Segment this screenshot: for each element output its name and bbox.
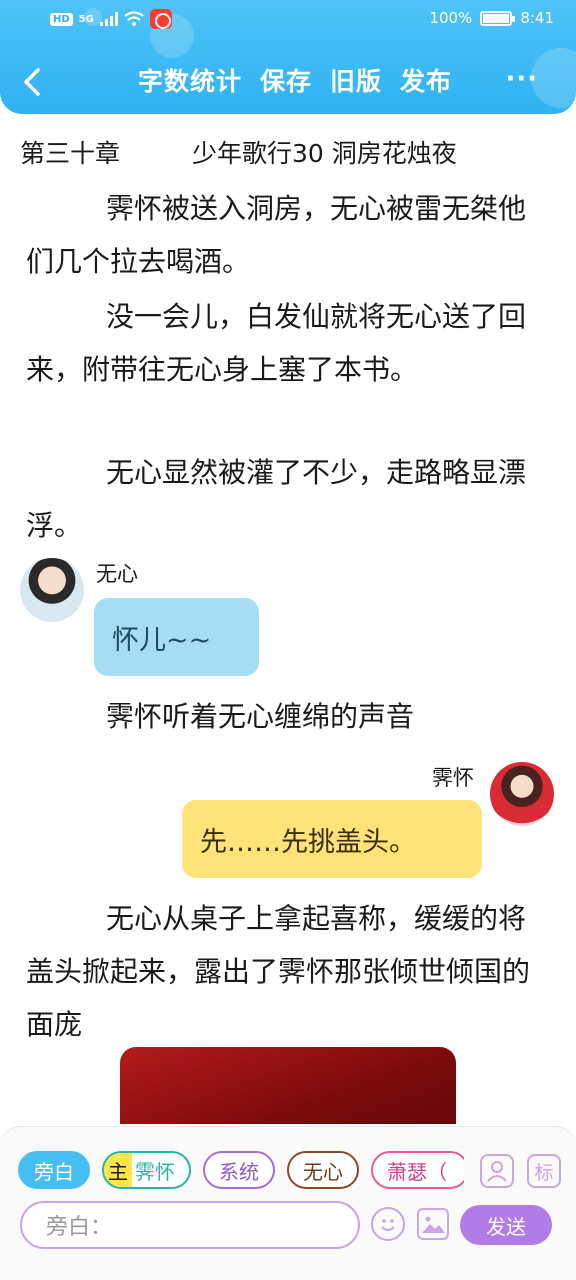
image-button[interactable] (417, 1208, 449, 1240)
story-content[interactable]: 第三十章 少年歌行30 洞房花烛夜 霁怀被送入洞房，无心被雷无桀他们几个拉去喝酒… (0, 114, 576, 1124)
status-bar: HD 5G 100% 8:41 (0, 0, 576, 38)
role-chip-label: 霁怀 (135, 1159, 175, 1184)
hd-badge: HD (50, 12, 73, 26)
story-image[interactable] (120, 1047, 456, 1124)
battery-percent: 100% (429, 9, 473, 27)
old-version-button[interactable]: 旧版 (330, 62, 382, 98)
role-chip-xiao[interactable]: 萧瑟（ (371, 1151, 464, 1189)
chapter-label: 第三十章 (20, 139, 121, 168)
mark-label: 标 (534, 1161, 554, 1184)
input-placeholder: 旁白： (46, 1215, 113, 1240)
word-count-button[interactable]: 字数统计 (138, 62, 242, 98)
paragraph[interactable]: 无心显然被灌了不少，走路略显漂浮。 (26, 446, 548, 552)
speaker-name: 无心 (96, 562, 138, 586)
contact-icon (487, 1161, 507, 1182)
mark-button[interactable]: 标 (527, 1154, 561, 1188)
composer-panel: 旁白 主 霁怀 系统 无心 萧瑟（ 标 旁白： 发送 (0, 1126, 576, 1280)
role-selector: 旁白 主 霁怀 系统 无心 萧瑟（ (18, 1151, 464, 1191)
smiley-icon (381, 1219, 395, 1231)
network-type: 5G (78, 13, 94, 25)
chat-bubble[interactable]: 先……先挑盖头。 (182, 800, 482, 878)
app-notification-icon (149, 9, 172, 29)
avatar-xiahuai[interactable] (490, 762, 554, 826)
main-role-tag: 主 (104, 1153, 132, 1187)
chapter-title: 少年歌行30 洞房花烛夜 (192, 139, 457, 168)
contact-button[interactable] (480, 1154, 514, 1188)
wifi-icon (124, 11, 144, 26)
paragraph[interactable]: 没一会儿，白发仙就将无心送了回来，附带往无心身上塞了本书。 (26, 290, 548, 396)
status-indicators: HD 5G (50, 9, 172, 29)
toolbar-actions: 字数统计 保存 旧版 发布 (138, 62, 452, 98)
image-icon (422, 1216, 445, 1233)
publish-button[interactable]: 发布 (400, 62, 452, 98)
clock: 8:41 (520, 9, 554, 27)
role-chip-narration[interactable]: 旁白 (18, 1151, 90, 1189)
paragraph[interactable]: 霁怀被送入洞房，无心被雷无桀他们几个拉去喝酒。 (26, 182, 548, 288)
role-chip-wuxin[interactable]: 无心 (287, 1151, 359, 1189)
emoji-button[interactable] (371, 1207, 405, 1241)
speaker-name: 霁怀 (432, 766, 474, 790)
role-chip-system[interactable]: 系统 (203, 1151, 275, 1189)
role-chip-main[interactable]: 主 霁怀 (102, 1151, 191, 1189)
paragraph[interactable]: 霁怀听着无心缠绵的声音 (26, 690, 548, 743)
chat-bubble[interactable]: 怀儿~~ (94, 598, 259, 676)
message-input[interactable]: 旁白： (20, 1201, 360, 1249)
save-button[interactable]: 保存 (260, 62, 312, 98)
send-button[interactable]: 发送 (460, 1205, 552, 1245)
avatar-wuxin[interactable] (20, 558, 84, 622)
chapter-heading: 第三十章 少年歌行30 洞房花烛夜 (20, 134, 457, 170)
signal-icon (99, 12, 118, 26)
back-button[interactable] (16, 62, 52, 102)
chevron-left-icon (24, 68, 40, 96)
more-menu-button[interactable]: ··· (505, 64, 538, 94)
status-right: 100% 8:41 (429, 9, 554, 27)
top-header: HD 5G 100% 8:41 字数统计 保存 旧版 发布 ··· (0, 0, 576, 114)
paragraph[interactable]: 无心从桌子上拿起喜称，缓缓的将盖头掀起来，露出了霁怀那张倾世倾国的面庞 (26, 892, 548, 1051)
battery-icon (480, 10, 516, 26)
